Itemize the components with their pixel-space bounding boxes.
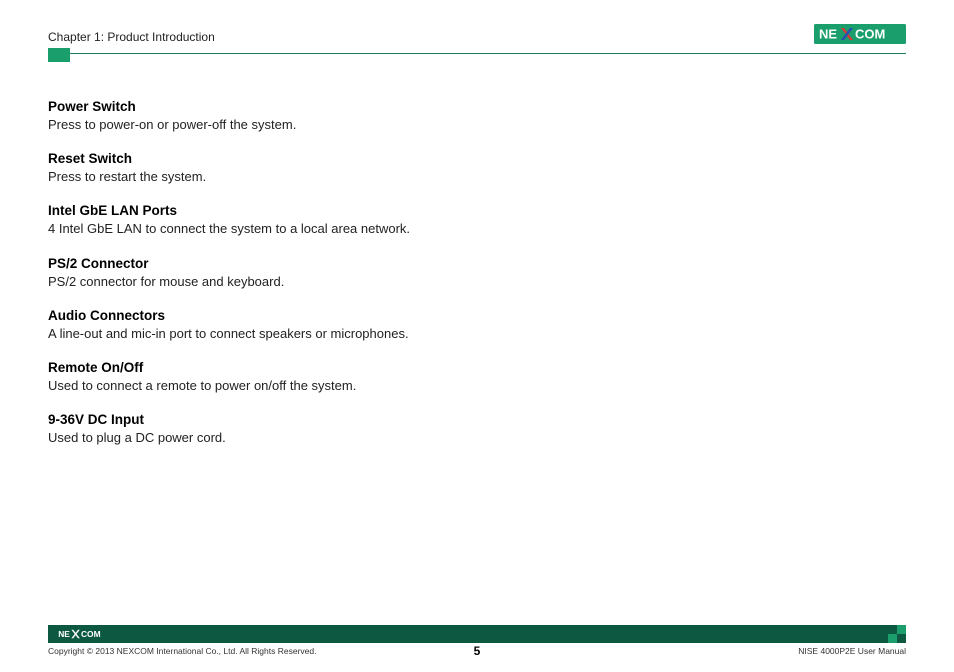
page-header: Chapter 1: Product Introduction NE COM [48,24,906,49]
nexcom-logo-icon: NE COM [814,24,906,44]
nexcom-logo-footer-icon: NE COM [54,628,114,640]
section-body: Press to restart the system. [48,168,648,186]
section-ps2: PS/2 Connector PS/2 connector for mouse … [48,256,648,291]
section-body: 4 Intel GbE LAN to connect the system to… [48,220,648,238]
page-container: Chapter 1: Product Introduction NE COM P… [0,0,954,672]
svg-text:NE: NE [819,27,837,42]
section-body: PS/2 connector for mouse and keyboard. [48,273,648,291]
section-title: Reset Switch [48,151,648,166]
brand-logo-top: NE COM [814,24,906,49]
section-body: Press to power-on or power-off the syste… [48,116,648,134]
divider-line [48,53,906,54]
section-title: Intel GbE LAN Ports [48,203,648,218]
content-body: Power Switch Press to power-on or power-… [48,99,648,447]
footer-accent-squares [888,625,906,643]
svg-text:COM: COM [81,629,101,639]
accent-square [48,48,70,62]
section-reset-switch: Reset Switch Press to restart the system… [48,151,648,186]
section-dc-input: 9-36V DC Input Used to plug a DC power c… [48,412,648,447]
section-body: Used to plug a DC power cord. [48,429,648,447]
header-divider [48,53,906,54]
svg-text:COM: COM [855,27,885,42]
section-lan-ports: Intel GbE LAN Ports 4 Intel GbE LAN to c… [48,203,648,238]
manual-name: NISE 4000P2E User Manual [798,646,906,656]
section-title: Power Switch [48,99,648,114]
section-body: Used to connect a remote to power on/off… [48,377,648,395]
section-title: Remote On/Off [48,360,648,375]
section-remote: Remote On/Off Used to connect a remote t… [48,360,648,395]
copyright-text: Copyright © 2013 NEXCOM International Co… [48,646,316,656]
section-power-switch: Power Switch Press to power-on or power-… [48,99,648,134]
section-title: Audio Connectors [48,308,648,323]
chapter-title: Chapter 1: Product Introduction [48,30,215,44]
section-title: 9-36V DC Input [48,412,648,427]
svg-text:NE: NE [58,629,70,639]
page-footer: NE COM Copyright © 2013 NEXCOM Internati… [48,625,906,656]
section-body: A line-out and mic-in port to connect sp… [48,325,648,343]
footer-meta: Copyright © 2013 NEXCOM International Co… [48,646,906,656]
footer-bar: NE COM [48,625,906,643]
section-audio: Audio Connectors A line-out and mic-in p… [48,308,648,343]
page-number: 5 [474,644,481,658]
section-title: PS/2 Connector [48,256,648,271]
